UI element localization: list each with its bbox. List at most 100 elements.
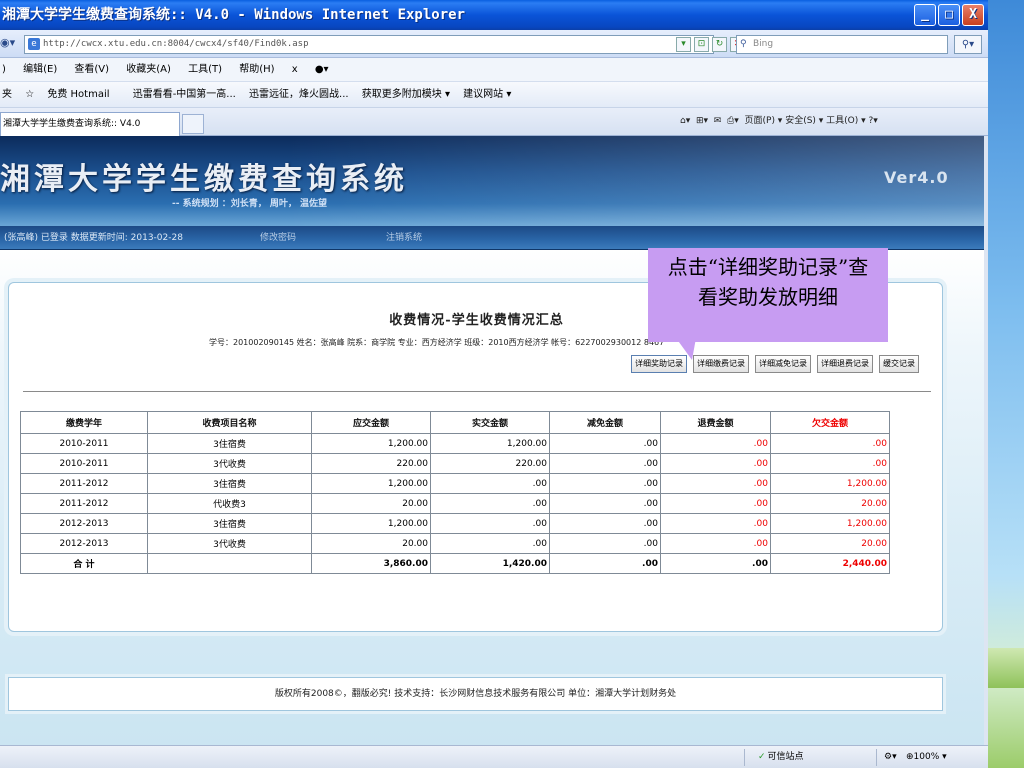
- search-placeholder: Bing: [753, 39, 774, 49]
- cell: 1,200.00: [311, 513, 431, 534]
- site-version: Ver4.0: [884, 168, 949, 187]
- table-header-row: 缴费学年 收费项目名称 应交金额 实交金额 减免金额 退费金额 欠交金额: [20, 411, 890, 434]
- new-tab-button[interactable]: [182, 114, 204, 134]
- cell: .00: [549, 533, 661, 554]
- fav-xunlei-yuanzheng[interactable]: 迅雷远征，烽火圆战...: [249, 89, 349, 100]
- title-bar[interactable]: 湘潭大学学生缴费查询系统:: V4.0 - Windows Internet E…: [0, 0, 988, 30]
- favorites-bar: 夹 ☆ 免费 Hotmail 迅雷看看-中国第一高... 迅雷远征，烽火圆战..…: [0, 82, 988, 108]
- col-header: 收费项目名称: [147, 411, 312, 434]
- search-go-button[interactable]: ⚲▾: [954, 35, 982, 54]
- fav-suggested-sites[interactable]: 建议网站 ▾: [463, 89, 511, 100]
- menu-help[interactable]: 帮助(H): [239, 64, 274, 75]
- cell: 1,200.00: [770, 513, 890, 534]
- cell: 20.00: [770, 533, 890, 554]
- cell: 代收费3: [147, 493, 312, 514]
- menu-tools[interactable]: 工具(T): [188, 64, 222, 75]
- maximize-button[interactable]: □: [938, 4, 960, 26]
- refund-records-button[interactable]: 详细退费记录: [817, 355, 873, 373]
- table-row: 2011-2012 代收费3 20.00.00.00.00 20.00: [20, 493, 890, 514]
- cell: 2010-2011: [20, 433, 148, 454]
- cell: .00: [430, 513, 550, 534]
- refresh-icon[interactable]: ↻: [712, 37, 727, 52]
- cell: .00: [430, 473, 550, 494]
- fav-hotmail[interactable]: ☆ 免费 Hotmail: [25, 89, 119, 100]
- print-icon[interactable]: ⎙▾: [727, 116, 739, 126]
- cell: .00: [549, 553, 661, 574]
- logout-link[interactable]: 注销系统: [386, 226, 422, 250]
- url-host: http://cwcx.xtu.edu.cn: [43, 39, 163, 49]
- fav-get-addons[interactable]: 获取更多附加模块 ▾: [362, 89, 450, 100]
- menu-bar: ) 编辑(E) 查看(V) 收藏夹(A) 工具(T) 帮助(H) x ●▾: [0, 58, 988, 82]
- cell: .00: [660, 433, 771, 454]
- cell: 2011-2012: [20, 493, 148, 514]
- desktop-background: [988, 0, 1024, 768]
- cell: 2011-2012: [20, 473, 148, 494]
- payment-records-button[interactable]: 详细缴费记录: [693, 355, 749, 373]
- cell: 1,200.00: [430, 433, 550, 454]
- check-icon: ✓: [758, 752, 766, 762]
- dropdown-icon[interactable]: ▾: [676, 37, 691, 52]
- site-subtitle: -- 系统规划 ：刘长青， 周叶， 温佐望: [172, 199, 328, 209]
- menu-edit[interactable]: 编辑(E): [23, 64, 57, 75]
- browser-window: 湘潭大学学生缴费查询系统:: V4.0 - Windows Internet E…: [0, 0, 988, 768]
- zoom-icon: ⊕: [906, 752, 914, 762]
- login-status: (张高峰) 已登录 数据更新时间: 2013-02-28: [4, 233, 183, 243]
- reduction-records-button[interactable]: 详细减免记录: [755, 355, 811, 373]
- command-menus[interactable]: 页面(P) ▾ 安全(S) ▾ 工具(O) ▾: [745, 116, 866, 126]
- search-icon: ⚲: [740, 39, 747, 49]
- cell: .00: [430, 493, 550, 514]
- feeds-icon[interactable]: ⊞▾: [696, 116, 708, 126]
- site-banner: 湘潭大学学生缴费查询系统 -- 系统规划 ：刘长青， 周叶， 温佐望 Ver4.…: [0, 136, 984, 226]
- compatibility-icon[interactable]: ⊡: [694, 37, 709, 52]
- cell: .00: [660, 533, 771, 554]
- cell: 3,860.00: [311, 553, 431, 574]
- col-header: 缴费学年: [20, 411, 148, 434]
- cell: 20.00: [770, 493, 890, 514]
- detail-buttons: 详细奖助记录 详细缴费记录 详细减免记录 详细退费记录 缓交记录: [631, 355, 919, 373]
- table-row: 2011-2012 3住宿费 1,200.00.00.00.00 1,200.00: [20, 473, 890, 494]
- trusted-zone[interactable]: ✓ 可信站点: [758, 746, 804, 768]
- cell: 3代收费: [147, 533, 312, 554]
- cell: 3住宿费: [147, 473, 312, 494]
- vertical-scrollbar[interactable]: [984, 136, 988, 745]
- cell: 1,420.00: [430, 553, 550, 574]
- home-icon[interactable]: ⌂▾: [680, 116, 690, 126]
- cell: .00: [770, 453, 890, 474]
- cell: 220.00: [311, 453, 431, 474]
- cell: .00: [430, 533, 550, 554]
- menu-favorites[interactable]: 收藏夹(A): [126, 64, 171, 75]
- cell: .00: [549, 453, 661, 474]
- zoom-level[interactable]: ⊕100% ▾: [906, 746, 947, 768]
- change-password-link[interactable]: 修改密码: [260, 226, 296, 250]
- help-icon[interactable]: ?▾: [869, 116, 878, 126]
- back-forward-icon[interactable]: ◉▾: [0, 36, 15, 49]
- cell: .00: [660, 453, 771, 474]
- favorites-label[interactable]: 夹: [2, 89, 12, 100]
- menu-close[interactable]: x: [292, 64, 298, 75]
- star-icon: ☆: [25, 89, 35, 100]
- close-button[interactable]: X: [962, 4, 984, 26]
- mail-icon[interactable]: ✉: [714, 116, 722, 126]
- page-footer: 版权所有2008©，翻版必究! 技术支持：长沙网财信息技术服务有限公司 单位：湘…: [8, 677, 943, 711]
- status-bar: ✓ 可信站点 ⚙▾ ⊕100% ▾: [0, 745, 988, 768]
- minimize-button[interactable]: _: [914, 4, 936, 26]
- deferral-records-button[interactable]: 缓交记录: [879, 355, 919, 373]
- cell: [147, 553, 312, 574]
- table-row: 2010-2011 3住宿费 1,200.00 1,200.00.00.00.00: [20, 433, 890, 454]
- desktop-grass: [988, 648, 1024, 688]
- cell: 220.00: [430, 453, 550, 474]
- fav-xunlei-kankan[interactable]: 迅雷看看-中国第一高...: [133, 89, 236, 100]
- window-controls: _ □ X: [914, 4, 984, 26]
- url-input[interactable]: e http://cwcx.xtu.edu.cn:8004/cwcx4/sf40…: [24, 35, 714, 54]
- protected-mode-icon[interactable]: ⚙▾: [884, 746, 897, 768]
- cell: 2,440.00: [770, 553, 890, 574]
- menu-view[interactable]: 查看(V): [74, 64, 109, 75]
- search-input[interactable]: ⚲ Bing: [736, 35, 948, 54]
- cell: .00: [660, 553, 771, 574]
- cell: 3代收费: [147, 453, 312, 474]
- command-bar: ⌂▾ ⊞▾ ✉ ⎙▾ 页面(P) ▾ 安全(S) ▾ 工具(O) ▾ ?▾: [680, 112, 878, 130]
- tab-current[interactable]: 湘潭大学学生缴费查询系统:: V4.0: [0, 112, 180, 136]
- status-divider: [744, 749, 745, 766]
- cell: .00: [660, 513, 771, 534]
- translate-icon[interactable]: ●▾: [315, 64, 329, 75]
